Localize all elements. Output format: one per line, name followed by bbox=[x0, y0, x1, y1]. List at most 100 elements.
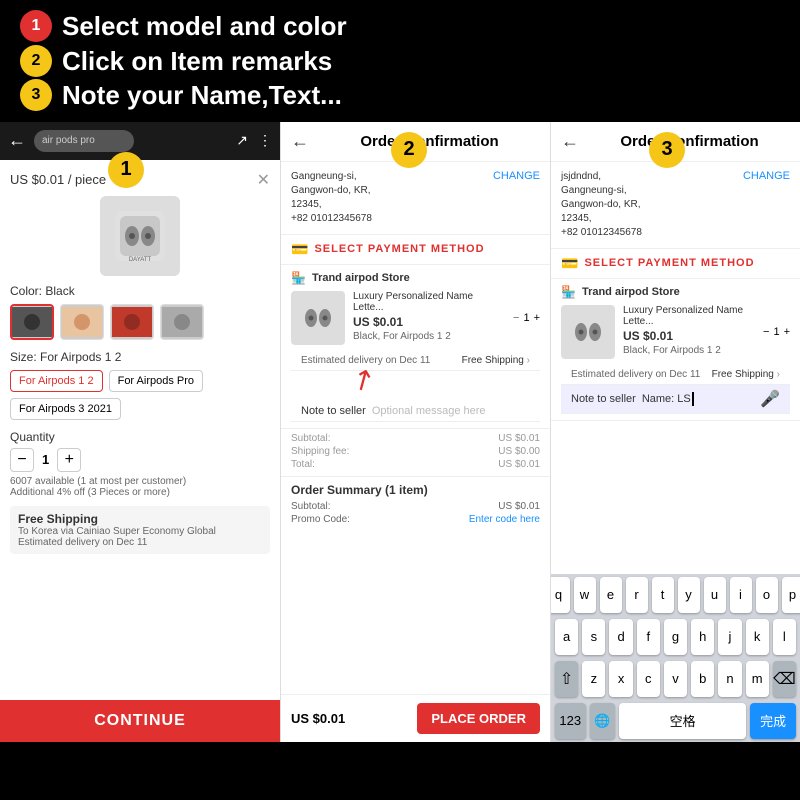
summary-subtotal-row: Subtotal: US $0.01 bbox=[291, 501, 540, 512]
key-h[interactable]: h bbox=[691, 619, 714, 655]
panel1-header: ← air pods pro ↗ ⋮ bbox=[0, 122, 280, 160]
airpods-image: DAYATT bbox=[110, 206, 170, 266]
size-airpods-pro[interactable]: For Airpods Pro bbox=[109, 370, 203, 392]
qty3-minus[interactable]: − bbox=[763, 326, 769, 338]
key-e[interactable]: e bbox=[600, 577, 622, 613]
key-space[interactable]: 空格 bbox=[619, 703, 746, 739]
share-icon[interactable]: ↗ bbox=[236, 132, 248, 149]
mic-icon[interactable]: 🎤 bbox=[760, 389, 780, 409]
order-confirmation-panel: 2 ← Order Confirmation Gangneung-si, Gan… bbox=[280, 122, 550, 742]
color-thumbnails bbox=[10, 304, 270, 340]
free3-shipping-link[interactable]: Free Shipping › bbox=[712, 369, 780, 380]
keyboard-row-bottom: 123 🌐 空格 完成 bbox=[551, 700, 800, 742]
step-badge-3: 3 bbox=[20, 79, 52, 111]
product3-variant: Black, For Airpods 1 2 bbox=[623, 345, 755, 356]
key-i[interactable]: i bbox=[730, 577, 752, 613]
back-icon[interactable]: ← bbox=[8, 130, 26, 151]
payment-section[interactable]: 💳 SELECT PAYMENT METHOD bbox=[281, 235, 550, 265]
place-order-button[interactable]: PLACE ORDER bbox=[417, 703, 540, 734]
product3-price: US $0.01 bbox=[623, 329, 755, 343]
key-o[interactable]: o bbox=[756, 577, 778, 613]
payment3-icon: 💳 bbox=[561, 255, 578, 272]
order-back-icon[interactable]: ← bbox=[291, 131, 309, 152]
key-z[interactable]: z bbox=[582, 661, 605, 697]
key-v[interactable]: v bbox=[664, 661, 687, 697]
address-text: Gangneung-si, Gangwon-do, KR, 12345, +82… bbox=[291, 170, 372, 226]
store-section: 🏪 Trand airpod Store Luxury Personalized… bbox=[281, 265, 550, 429]
key-a[interactable]: a bbox=[555, 619, 578, 655]
continue-button[interactable]: CONTINUE bbox=[0, 700, 280, 742]
avail-text: 6007 available (1 at most per customer) bbox=[10, 476, 270, 487]
key-f[interactable]: f bbox=[637, 619, 660, 655]
subtotal-label: Subtotal: bbox=[291, 433, 330, 444]
key-y[interactable]: y bbox=[678, 577, 700, 613]
avail-text2: Additional 4% off (3 Pieces or more) bbox=[10, 487, 270, 498]
note3-row[interactable]: Note to seller Name: LS 🎤 bbox=[561, 385, 790, 414]
key-d[interactable]: d bbox=[609, 619, 632, 655]
store3-section: 🏪 Trand airpod Store Luxury Personalized… bbox=[551, 279, 800, 421]
change3-address-link[interactable]: CHANGE bbox=[743, 170, 790, 182]
qty-plus-sm[interactable]: + bbox=[534, 312, 540, 324]
key-c[interactable]: c bbox=[637, 661, 660, 697]
key-shift[interactable]: ⇧ bbox=[555, 661, 578, 697]
subtotal-value: US $0.01 bbox=[498, 433, 540, 444]
key-l[interactable]: l bbox=[773, 619, 796, 655]
key-s[interactable]: s bbox=[582, 619, 605, 655]
order-footer: US $0.01 PLACE ORDER bbox=[281, 694, 550, 742]
product3-thumbnail bbox=[561, 305, 615, 359]
shipping-row: Shipping fee: US $0.00 bbox=[291, 446, 540, 457]
qty-decrease[interactable]: − bbox=[10, 448, 34, 472]
key-q[interactable]: q bbox=[550, 577, 570, 613]
more-icon[interactable]: ⋮ bbox=[258, 132, 272, 149]
total-label: Total: bbox=[291, 459, 315, 470]
change-address-link[interactable]: CHANGE bbox=[493, 170, 540, 182]
store3-name: Trand airpod Store bbox=[582, 286, 680, 298]
order3-back-icon[interactable]: ← bbox=[561, 131, 579, 152]
key-j[interactable]: j bbox=[718, 619, 741, 655]
store3-row: 🏪 Trand airpod Store bbox=[561, 285, 790, 299]
key-backspace[interactable]: ⌫ bbox=[773, 661, 796, 697]
key-done[interactable]: 完成 bbox=[750, 703, 796, 739]
key-b[interactable]: b bbox=[691, 661, 714, 697]
key-m[interactable]: m bbox=[746, 661, 769, 697]
store3-icon: 🏪 bbox=[561, 285, 576, 299]
color-thumb-3[interactable] bbox=[110, 304, 154, 340]
payment3-section[interactable]: 💳 SELECT PAYMENT METHOD bbox=[551, 249, 800, 279]
qty3-plus[interactable]: + bbox=[784, 326, 790, 338]
store-row: 🏪 Trand airpod Store bbox=[291, 271, 540, 285]
step-badge-1: 1 bbox=[20, 10, 52, 42]
note-row[interactable]: Note to seller Optional message here bbox=[291, 401, 540, 422]
close-icon[interactable]: ✕ bbox=[257, 170, 270, 190]
qty-value: 1 bbox=[42, 452, 49, 467]
footer-total: US $0.01 bbox=[291, 711, 345, 726]
product-row: Luxury Personalized Name Lette... US $0.… bbox=[291, 291, 540, 345]
color-thumb-1[interactable] bbox=[10, 304, 54, 340]
free-shipping-link[interactable]: Free Shipping › bbox=[462, 355, 530, 366]
step-overlay-3: 3 bbox=[649, 132, 685, 168]
qty-minus-sm[interactable]: − bbox=[513, 312, 519, 324]
key-n[interactable]: n bbox=[718, 661, 741, 697]
size-airpods12[interactable]: For Airpods 1 2 bbox=[10, 370, 103, 392]
key-r[interactable]: r bbox=[626, 577, 648, 613]
color-thumb-4[interactable] bbox=[160, 304, 204, 340]
key-g[interactable]: g bbox=[664, 619, 687, 655]
key-123[interactable]: 123 bbox=[555, 703, 586, 739]
key-t[interactable]: t bbox=[652, 577, 674, 613]
key-globe[interactable]: 🌐 bbox=[590, 703, 615, 739]
search-bar[interactable]: air pods pro bbox=[34, 130, 134, 152]
key-w[interactable]: w bbox=[574, 577, 596, 613]
key-p[interactable]: p bbox=[782, 577, 800, 613]
free-shipping-box: Free Shipping To Korea via Cainiao Super… bbox=[10, 506, 270, 554]
text-cursor bbox=[692, 392, 694, 406]
key-x[interactable]: x bbox=[609, 661, 632, 697]
qty-increase[interactable]: + bbox=[57, 448, 81, 472]
promo-input[interactable]: Enter code here bbox=[469, 514, 540, 525]
product-price: US $0.01 / piece bbox=[10, 172, 106, 187]
step-overlay-2: 2 bbox=[391, 132, 427, 168]
header-icons: ↗ ⋮ bbox=[236, 132, 272, 149]
store-name: Trand airpod Store bbox=[312, 272, 410, 284]
key-u[interactable]: u bbox=[704, 577, 726, 613]
key-k[interactable]: k bbox=[746, 619, 769, 655]
color-thumb-2[interactable] bbox=[60, 304, 104, 340]
size-airpods3[interactable]: For Airpods 3 2021 bbox=[10, 398, 121, 420]
